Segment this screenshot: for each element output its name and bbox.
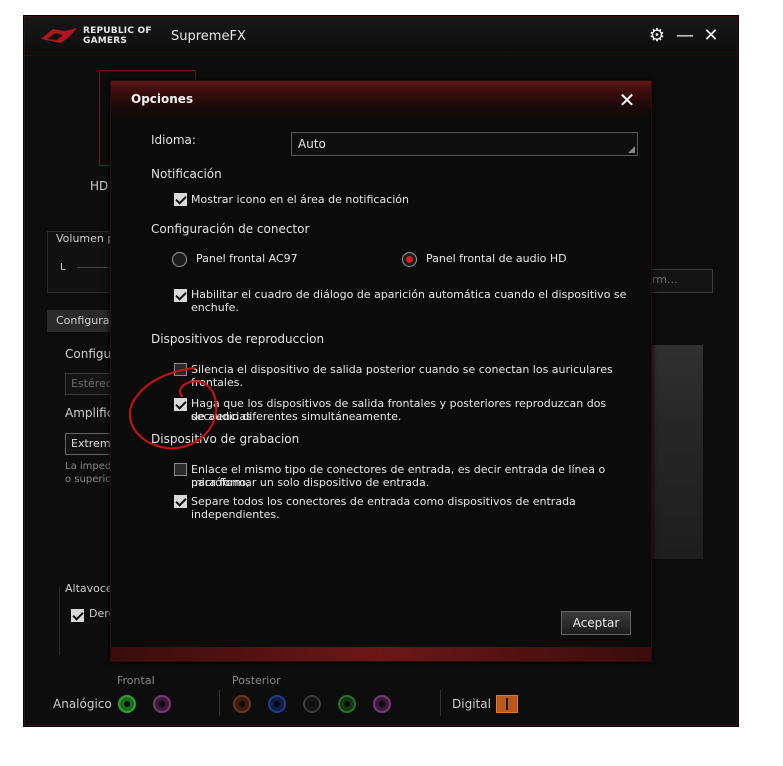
dialog-close-icon[interactable]: ✕	[616, 89, 638, 111]
frontal-label: Frontal	[117, 674, 155, 687]
radio-ac97[interactable]	[172, 252, 187, 267]
tab-configuracion-label: Configurac	[56, 314, 116, 327]
stereo-value: Estéreo	[71, 377, 113, 390]
brand-line1: REPUBLIC OF	[83, 26, 152, 36]
separate-inputs-checkbox[interactable]	[174, 495, 187, 508]
settings-gear-icon[interactable]: ⚙	[647, 26, 667, 46]
spdif-digital-icon[interactable]	[496, 695, 518, 713]
digital-label: Digital	[452, 697, 491, 711]
radio-hd-audio-label: Panel frontal de audio HD	[426, 252, 567, 265]
rear-orange-jack[interactable]	[233, 695, 251, 713]
front-mic-jack[interactable]	[153, 695, 171, 713]
playback-heading: Dispositivos de reproduccion	[151, 332, 325, 346]
autopopup-checkbox[interactable]	[174, 289, 187, 302]
notification-option-label: Mostrar icono en el área de notificación	[191, 193, 410, 206]
analog-label: Analógico	[53, 697, 112, 711]
config-label: Configur	[65, 347, 117, 361]
panel-divider	[59, 587, 60, 655]
volume-channel-label: L	[60, 262, 66, 273]
digital-separator	[440, 690, 441, 716]
altavoces-label: Altavoce	[65, 582, 113, 595]
radio-hd-audio[interactable]	[402, 252, 417, 267]
notification-checkbox[interactable]	[174, 193, 187, 206]
brand-text: REPUBLIC OF GAMERS	[83, 26, 152, 46]
separate-inputs-label: Separe todos los conectores de entrada c…	[191, 495, 576, 521]
dialog-header: Opciones ✕	[111, 81, 651, 119]
notification-heading: Notificación	[151, 167, 222, 181]
rear-pink-jack[interactable]	[373, 695, 391, 713]
amplif-label: Amplific	[65, 406, 114, 420]
dialog-top-stripe	[111, 81, 651, 85]
language-value: Auto	[298, 137, 326, 151]
rear-black-jack[interactable]	[303, 695, 321, 713]
language-select[interactable]: Auto	[291, 132, 638, 156]
rear-blue-jack[interactable]	[268, 695, 286, 713]
app-title: SupremeFX	[171, 29, 246, 44]
front-headphone-jack[interactable]	[118, 695, 136, 713]
join-inputs-label-line2: para formar un solo dispositivo de entra…	[191, 476, 430, 489]
derecho-checkbox[interactable]	[71, 609, 84, 622]
rog-logo-icon	[41, 28, 77, 43]
annotation-circle	[129, 367, 218, 450]
dialog-footer-stripe	[111, 647, 651, 661]
brand-line2: GAMERS	[83, 36, 128, 46]
rear-green-jack[interactable]	[338, 695, 356, 713]
autopopup-label-line2: enchufe.	[191, 301, 239, 314]
join-inputs-checkbox[interactable]	[174, 463, 187, 476]
dialog-title: Opciones	[131, 92, 194, 106]
imped-line2: o superio	[65, 474, 112, 485]
radio-ac97-label: Panel frontal AC97	[196, 252, 298, 265]
accept-button[interactable]: Aceptar	[561, 611, 631, 635]
close-icon[interactable]: ✕	[701, 26, 721, 46]
imped-line1: La impedi	[65, 461, 115, 472]
language-label: Idioma:	[151, 133, 196, 147]
connector-heading: Configuración de conector	[151, 222, 310, 236]
volume-label: Volumen p	[56, 232, 115, 245]
jack-separator	[219, 690, 220, 716]
minimize-icon[interactable]: —	[675, 26, 695, 46]
title-bar: REPUBLIC OF GAMERS SupremeFX ⚙ — ✕	[25, 17, 737, 56]
posterior-label: Posterior	[232, 674, 281, 687]
speaker-preview-image	[651, 345, 703, 559]
hd-label: HD	[90, 179, 109, 193]
tab-configuracion[interactable]: Configurac	[47, 310, 117, 332]
mute-rear-label: Silencia el dispositivo de salida poster…	[191, 363, 613, 389]
autopopup-label-line1: Habilitar el cuadro de diálogo de aparic…	[191, 288, 627, 301]
